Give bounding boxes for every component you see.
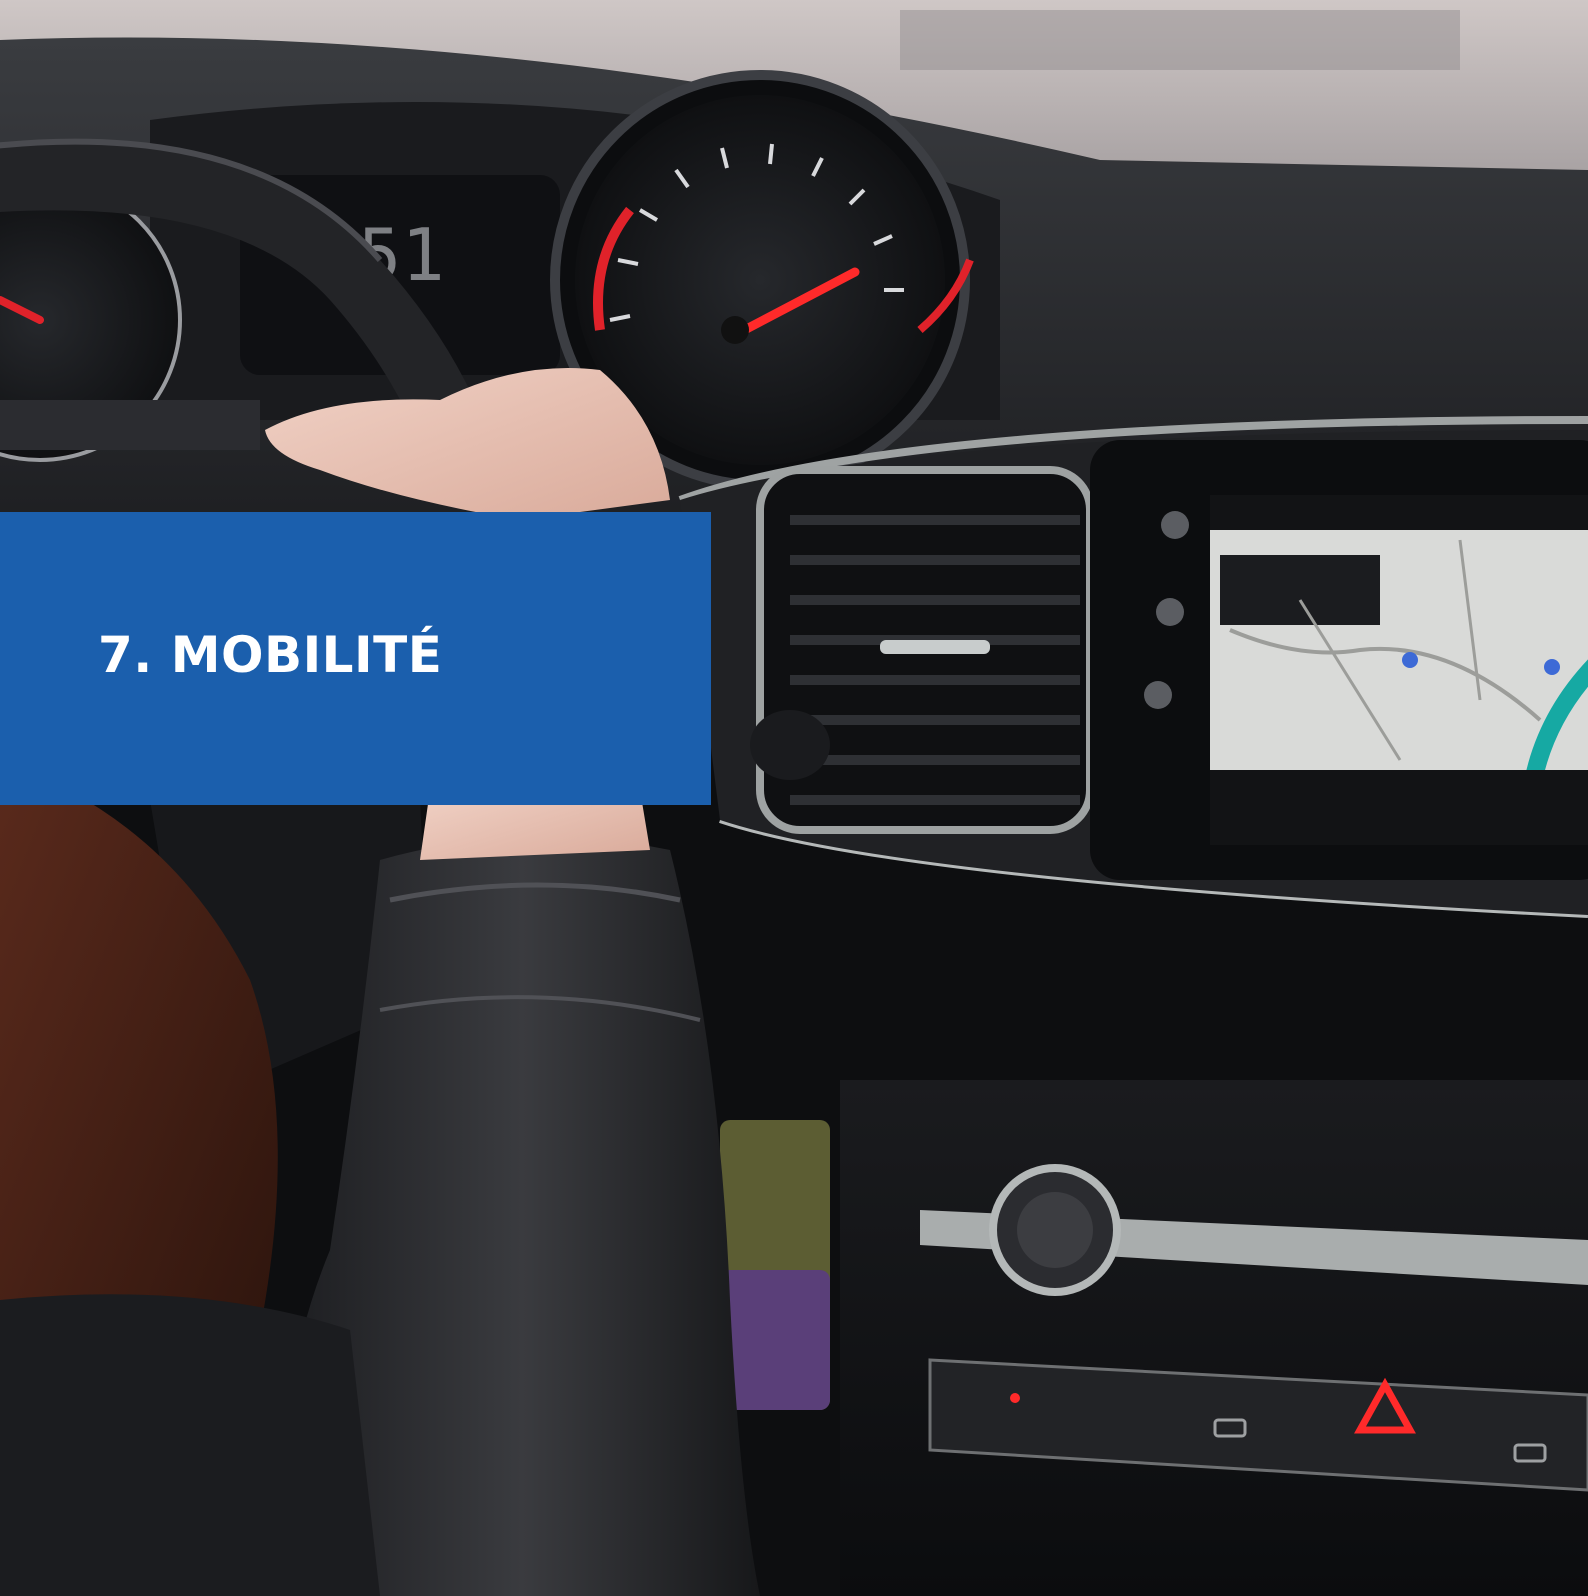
section-title: 7. MOBILITÉ: [98, 626, 443, 684]
center-console: [840, 1080, 1588, 1596]
